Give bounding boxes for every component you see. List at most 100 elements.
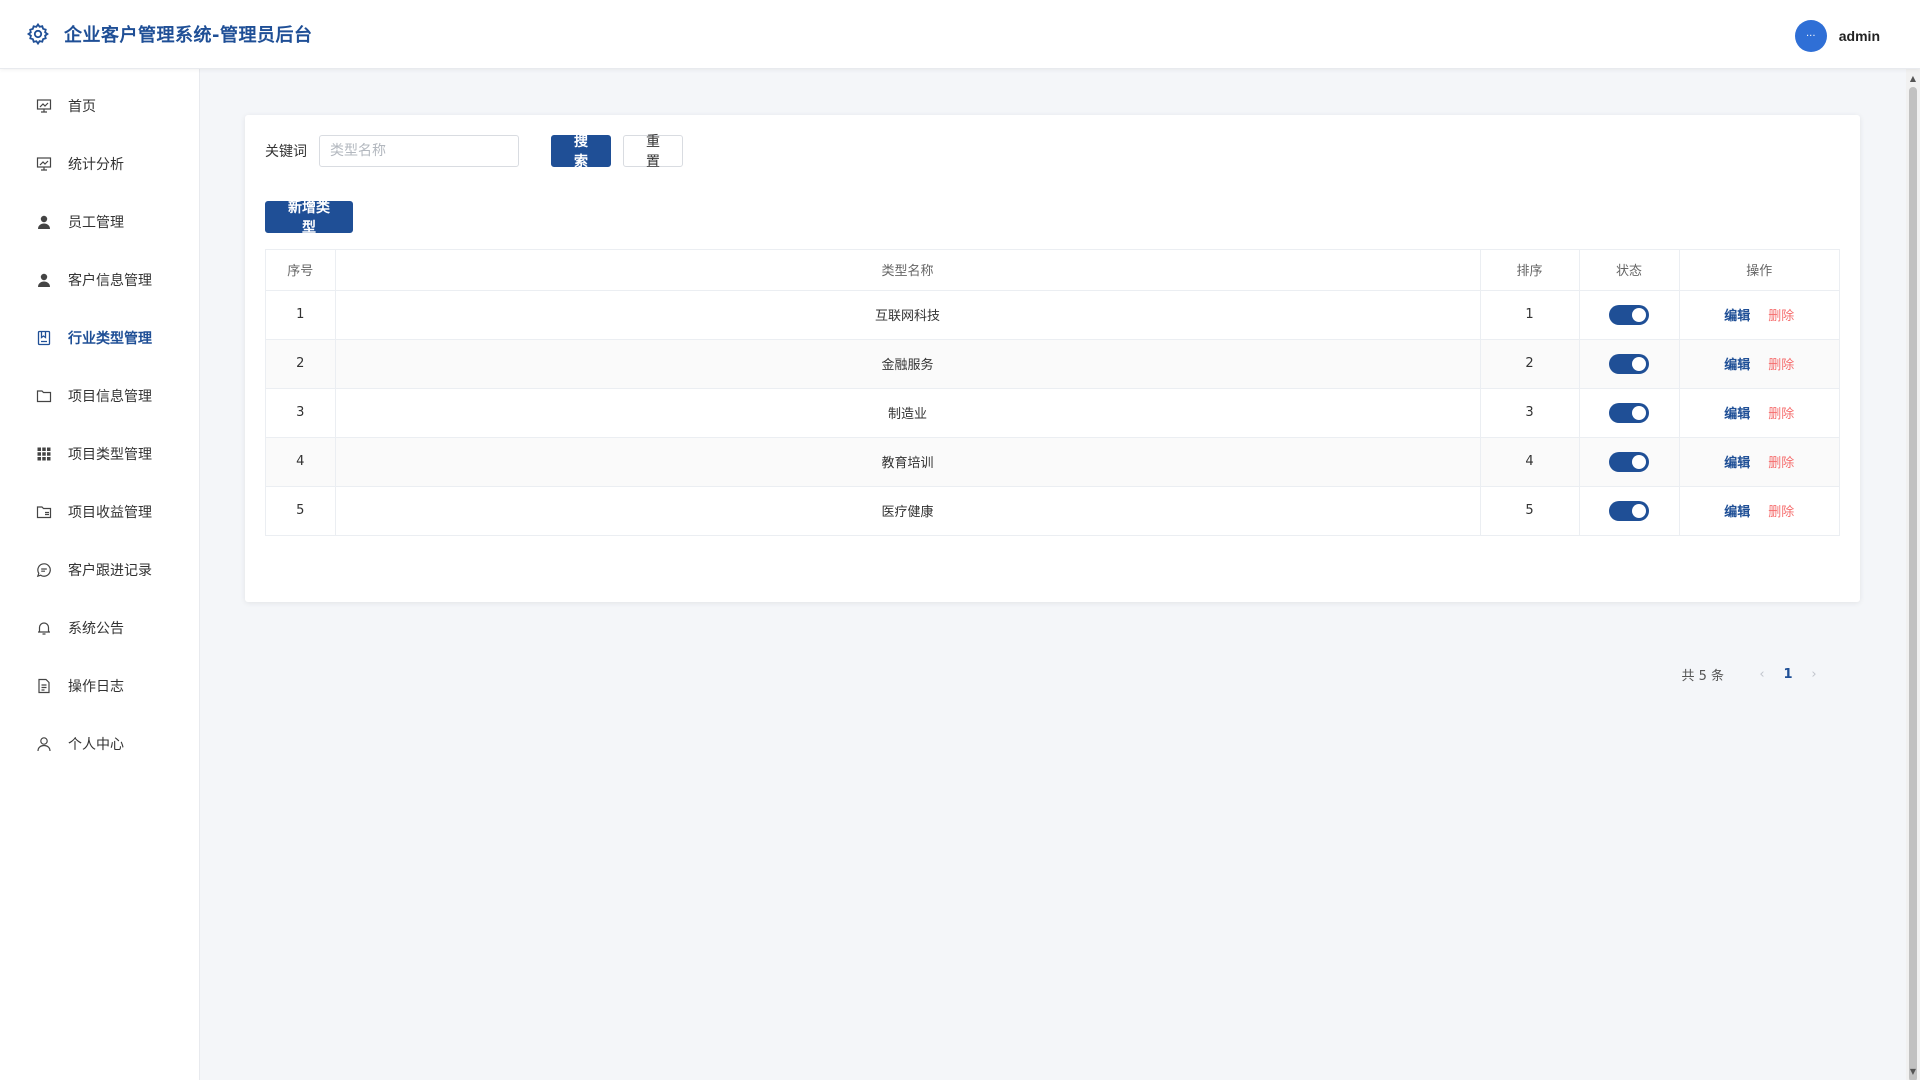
sidebar-item-label: 项目收益管理 bbox=[68, 505, 152, 521]
table-header-row: 序号 类型名称 排序 状态 操作 bbox=[266, 250, 1839, 291]
toggle-knob bbox=[1632, 454, 1646, 469]
scroll-thumb[interactable] bbox=[1909, 87, 1917, 1080]
row-type-name: 互联网科技 bbox=[335, 290, 1481, 340]
column-header-actions: 操作 bbox=[1679, 250, 1839, 291]
sidebar-item-employees[interactable]: 员工管理 bbox=[0, 193, 199, 251]
page-scrollbar[interactable]: ▲ ▼ bbox=[1906, 69, 1920, 1080]
sidebar-item-operation-logs[interactable]: 操作日志 bbox=[0, 657, 199, 715]
scroll-up-icon[interactable]: ▲ bbox=[1906, 71, 1920, 85]
sidebar-item-label: 个人中心 bbox=[68, 737, 124, 753]
presentation-icon bbox=[36, 156, 52, 172]
row-status bbox=[1579, 290, 1680, 340]
top-header: 企业客户管理系统-管理员后台 ··· admin bbox=[0, 0, 1920, 69]
row-status bbox=[1579, 388, 1680, 438]
search-bar: 关键词 搜索 重置 bbox=[265, 134, 683, 170]
document-icon bbox=[36, 678, 52, 694]
status-toggle[interactable] bbox=[1609, 353, 1649, 374]
sidebar-item-label: 系统公告 bbox=[68, 621, 124, 637]
status-toggle[interactable] bbox=[1609, 304, 1649, 325]
column-header-sort: 排序 bbox=[1480, 250, 1580, 291]
sidebar-item-label: 行业类型管理 bbox=[68, 331, 152, 347]
sidebar-item-customers[interactable]: 客户信息管理 bbox=[0, 251, 199, 309]
sidebar-item-profile[interactable]: 个人中心 bbox=[0, 715, 199, 773]
toggle-knob bbox=[1632, 503, 1646, 518]
scroll-down-icon[interactable]: ▼ bbox=[1906, 1064, 1920, 1078]
row-index: 3 bbox=[266, 388, 336, 438]
row-index: 1 bbox=[266, 290, 336, 340]
status-toggle[interactable] bbox=[1609, 402, 1649, 423]
sidebar-item-industry-types[interactable]: 行业类型管理 bbox=[0, 309, 199, 367]
table-row: 4 教育培训 4 编辑 删除 bbox=[266, 437, 1839, 487]
sidebar-item-project-types[interactable]: 项目类型管理 bbox=[0, 425, 199, 483]
user-menu[interactable]: ··· admin bbox=[1794, 20, 1880, 52]
delete-link[interactable]: 删除 bbox=[1768, 407, 1794, 422]
page-number-current[interactable]: 1 bbox=[1772, 667, 1804, 682]
edit-link[interactable]: 编辑 bbox=[1724, 456, 1750, 471]
row-sort: 3 bbox=[1480, 388, 1580, 438]
content-card: 关键词 搜索 重置 新增类型 序号 类型名称 排序 状态 操作 bbox=[245, 115, 1860, 684]
sidebar-item-projects[interactable]: 项目信息管理 bbox=[0, 367, 199, 425]
user-filled-icon bbox=[36, 272, 52, 288]
chat-icon bbox=[36, 562, 52, 578]
delete-link[interactable]: 删除 bbox=[1768, 358, 1794, 373]
row-sort: 2 bbox=[1480, 339, 1580, 389]
row-sort: 1 bbox=[1480, 290, 1580, 340]
toggle-knob bbox=[1632, 356, 1646, 371]
sidebar-item-announcements[interactable]: 系统公告 bbox=[0, 599, 199, 657]
bell-icon bbox=[36, 620, 52, 636]
delete-link[interactable]: 删除 bbox=[1768, 309, 1794, 324]
next-page-icon[interactable]: › bbox=[1804, 667, 1824, 682]
sidebar-item-statistics[interactable]: 统计分析 bbox=[0, 135, 199, 193]
row-status bbox=[1579, 339, 1680, 389]
edit-link[interactable]: 编辑 bbox=[1724, 505, 1750, 520]
row-type-name: 教育培训 bbox=[335, 437, 1481, 487]
edit-link[interactable]: 编辑 bbox=[1724, 407, 1750, 422]
search-button[interactable]: 搜索 bbox=[551, 134, 611, 170]
avatar[interactable]: ··· bbox=[1794, 20, 1827, 52]
row-actions: 编辑 删除 bbox=[1679, 437, 1839, 487]
table-row: 1 互联网科技 1 编辑 删除 bbox=[266, 290, 1839, 340]
edit-link[interactable]: 编辑 bbox=[1724, 309, 1750, 324]
row-index: 5 bbox=[266, 486, 336, 535]
sidebar-item-home[interactable]: 首页 bbox=[0, 77, 199, 135]
sidebar-item-label: 客户信息管理 bbox=[68, 273, 152, 289]
keyword-input[interactable] bbox=[319, 135, 519, 167]
row-type-name: 制造业 bbox=[335, 388, 1481, 438]
sidebar-item-label: 员工管理 bbox=[68, 215, 124, 231]
sidebar: 首页 统计分析 员工管理 客户信息管理 行业类型管理 项目信息管理 项目类型管理… bbox=[0, 69, 200, 1080]
reset-button[interactable]: 重置 bbox=[623, 134, 683, 170]
delete-link[interactable]: 删除 bbox=[1768, 456, 1794, 471]
row-sort: 5 bbox=[1480, 486, 1580, 535]
username[interactable]: admin bbox=[1839, 28, 1880, 44]
sidebar-item-label: 统计分析 bbox=[68, 157, 124, 173]
table-row: 3 制造业 3 编辑 删除 bbox=[266, 388, 1839, 438]
delete-link[interactable]: 删除 bbox=[1768, 505, 1794, 520]
user-icon bbox=[36, 736, 52, 752]
sidebar-item-project-revenue[interactable]: 项目收益管理 bbox=[0, 483, 199, 541]
folder-checked-icon bbox=[36, 504, 52, 520]
industry-type-table: 序号 类型名称 排序 状态 操作 1 互联网科技 1 编辑删除 2 金融服务 bbox=[265, 249, 1840, 536]
total-count: 共 5 条 bbox=[1681, 669, 1724, 684]
edit-link[interactable]: 编辑 bbox=[1724, 358, 1750, 373]
pagination: 共 5 条 ‹ 1 › bbox=[1681, 665, 1824, 684]
column-header-status: 状态 bbox=[1579, 250, 1680, 291]
keyword-label: 关键词 bbox=[265, 144, 307, 160]
status-toggle[interactable] bbox=[1609, 500, 1649, 521]
sidebar-item-follow-up[interactable]: 客户跟进记录 bbox=[0, 541, 199, 599]
table-row: 2 金融服务 2 编辑 删除 bbox=[266, 339, 1839, 389]
row-type-name: 医疗健康 bbox=[335, 486, 1481, 535]
prev-page-icon[interactable]: ‹ bbox=[1752, 667, 1772, 682]
folder-icon bbox=[36, 388, 52, 404]
grid-icon bbox=[36, 446, 52, 462]
row-status bbox=[1579, 486, 1680, 535]
toggle-knob bbox=[1632, 307, 1646, 322]
sidebar-item-label: 客户跟进记录 bbox=[68, 563, 152, 579]
toggle-knob bbox=[1632, 405, 1646, 420]
column-header-index: 序号 bbox=[266, 250, 336, 291]
sidebar-nav: 首页 统计分析 员工管理 客户信息管理 行业类型管理 项目信息管理 项目类型管理… bbox=[0, 69, 199, 773]
gear-icon bbox=[24, 20, 52, 48]
status-toggle[interactable] bbox=[1609, 451, 1649, 472]
add-type-button[interactable]: 新增类型 bbox=[265, 200, 353, 236]
row-sort: 4 bbox=[1480, 437, 1580, 487]
sidebar-item-label: 首页 bbox=[68, 99, 96, 115]
